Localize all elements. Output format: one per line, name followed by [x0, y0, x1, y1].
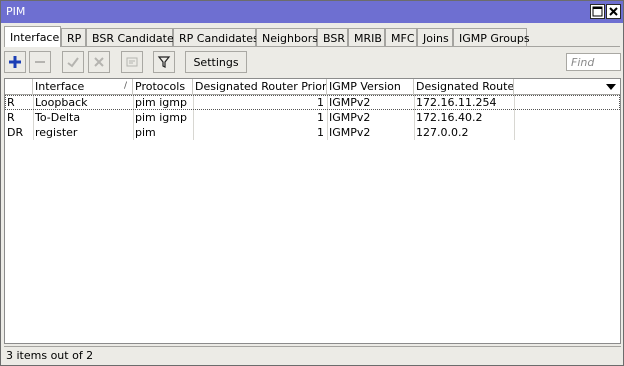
row-protocols: pim — [135, 126, 156, 139]
column-header-interface-label: Interface — [35, 80, 85, 93]
remove-icon — [35, 61, 45, 63]
toolbar: Settings Find — [4, 51, 621, 75]
column-header-flags[interactable] — [5, 79, 33, 95]
pim-window: PIM Interface RP BSR Candidates RP Candi… — [0, 0, 624, 366]
tab-mfc[interactable]: MFC — [385, 28, 417, 47]
column-header-interface[interactable]: Interface / — [33, 79, 133, 95]
column-header-protocols[interactable]: Protocols — [133, 79, 193, 95]
disable-x-icon — [94, 57, 104, 67]
row-interface: Loopback — [35, 96, 88, 109]
table-header: Interface / Protocols Designated Router … — [5, 79, 620, 95]
sort-indicator-icon: / — [123, 81, 127, 91]
row-designated-router: 172.16.11.254 — [416, 96, 497, 109]
row-igmp-version: IGMPv2 — [329, 96, 371, 109]
remove-button[interactable] — [29, 51, 51, 73]
title-bar[interactable]: PIM — [1, 1, 623, 23]
find-input[interactable]: Find — [566, 53, 621, 71]
chevron-down-icon — [606, 84, 616, 90]
close-button[interactable] — [606, 4, 621, 19]
row-dr-priority: 1 — [317, 96, 324, 109]
filter-icon — [157, 56, 171, 68]
disable-button[interactable] — [88, 51, 110, 73]
row-flag: DR — [7, 126, 24, 139]
tab-joins[interactable]: Joins — [417, 28, 453, 47]
add-button[interactable] — [4, 51, 26, 73]
row-dr-priority: 1 — [317, 111, 324, 124]
row-protocols: pim igmp — [135, 96, 187, 109]
tab-bsr[interactable]: BSR — [317, 28, 348, 47]
row-dr-priority: 1 — [317, 126, 324, 139]
row-interface: register — [35, 126, 78, 139]
tab-igmp-groups[interactable]: IGMP Groups — [453, 28, 530, 47]
row-designated-router: 127.0.0.2 — [416, 126, 469, 139]
row-igmp-version: IGMPv2 — [329, 111, 371, 124]
column-header-designated-router[interactable]: Designated Router — [414, 79, 514, 95]
table-row[interactable]: R To-Delta pim igmp 1 IGMPv2 172.16.40.2 — [5, 110, 620, 125]
row-igmp-version: IGMPv2 — [329, 126, 371, 139]
interface-table: Interface / Protocols Designated Router … — [4, 78, 621, 344]
window-title: PIM — [6, 5, 26, 18]
row-flag: R — [7, 111, 15, 124]
tab-divider — [4, 46, 620, 47]
settings-button[interactable]: Settings — [185, 51, 247, 73]
tab-rp-candidates[interactable]: RP Candidates — [173, 28, 259, 47]
tab-neighbors[interactable]: Neighbors — [256, 28, 318, 47]
close-icon — [609, 7, 618, 16]
check-icon — [67, 57, 79, 68]
table-row[interactable]: R Loopback pim igmp 1 IGMPv2 172.16.11.2… — [5, 95, 620, 110]
status-bar: 3 items out of 2 — [4, 346, 621, 363]
row-designated-router: 172.16.40.2 — [416, 111, 483, 124]
row-protocols: pim igmp — [135, 111, 187, 124]
maximize-button[interactable] — [590, 4, 605, 19]
tab-mrib[interactable]: MRIB — [348, 28, 385, 47]
row-flag: R — [7, 96, 15, 109]
table-row[interactable]: DR register pim 1 IGMPv2 127.0.0.2 — [5, 125, 620, 140]
filter-button[interactable] — [153, 51, 175, 73]
row-interface: To-Delta — [35, 111, 81, 124]
comment-button[interactable] — [121, 51, 143, 73]
tab-bsr-candidates[interactable]: BSR Candidates — [86, 28, 179, 47]
comment-icon — [126, 57, 138, 67]
tab-interface[interactable]: Interface — [4, 26, 61, 47]
column-header-dr-priority[interactable]: Designated Router Priority — [193, 79, 327, 95]
maximize-icon — [592, 6, 603, 17]
enable-button[interactable] — [62, 51, 84, 73]
column-menu-button[interactable] — [603, 80, 619, 94]
tab-rp[interactable]: RP — [61, 28, 86, 47]
column-header-igmp-version[interactable]: IGMP Version — [327, 79, 414, 95]
add-icon — [9, 56, 21, 68]
